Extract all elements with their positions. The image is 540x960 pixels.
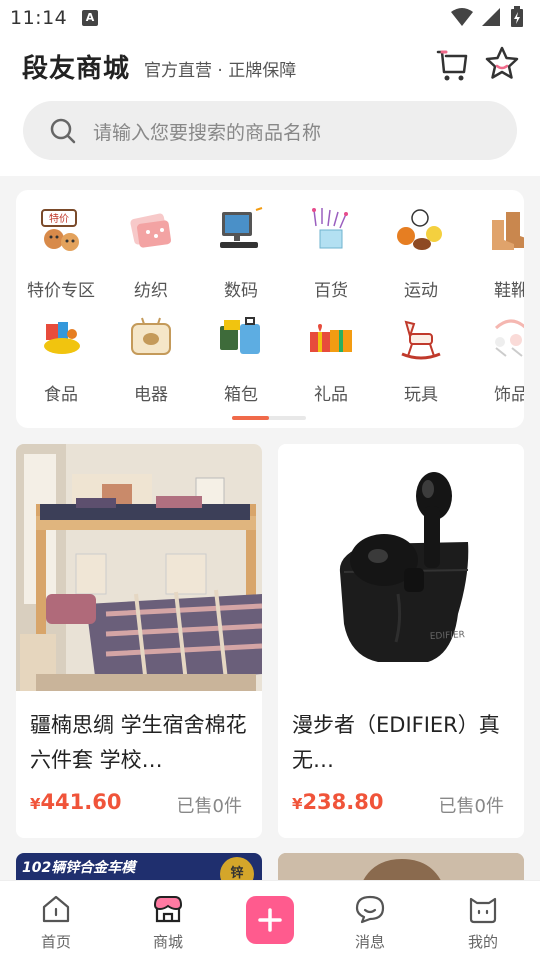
app-title: 段友商城 — [22, 54, 131, 84]
accessory-icon — [494, 319, 524, 357]
category-item-textile[interactable]: 纺织 — [106, 206, 196, 306]
search-icon — [50, 118, 76, 144]
product-image-bedding — [16, 444, 262, 691]
signal-icon — [482, 8, 500, 26]
appliance-icon — [131, 317, 171, 355]
category-label: 运动 — [404, 281, 438, 301]
nav-label: 首页 — [40, 933, 71, 951]
status-icons — [450, 6, 530, 28]
bargain-icon: 特价 — [41, 209, 79, 251]
category-item-appliance[interactable]: 电器 — [106, 314, 196, 414]
product-sold-count: 已售0件 — [438, 796, 504, 817]
plus-icon — [258, 908, 282, 932]
status-time: 11:14 — [10, 7, 68, 29]
star-icon — [485, 46, 519, 79]
category-item-digital[interactable]: 数码 — [196, 206, 286, 306]
message-icon — [355, 895, 385, 924]
category-item-luggage[interactable]: 箱包 — [196, 314, 286, 414]
computer-icon — [220, 207, 263, 248]
product-title: 疆楠思绸 学生宿舍棉花六件套 学校… — [30, 713, 247, 772]
cart-icon — [436, 50, 468, 81]
product-price: ¥441.60 — [30, 790, 121, 814]
general-goods-icon — [312, 208, 348, 249]
category-label: 数码 — [224, 281, 258, 301]
nav-home[interactable]: 首页 — [16, 881, 96, 960]
textile-icon — [130, 213, 171, 248]
category-card: 特价 特价专区 纺织 数码 百货 运动 鞋靴 食品 电器 箱包 礼品 玩具 饰品 — [16, 190, 524, 428]
sports-ball-icon — [397, 209, 442, 250]
home-icon — [42, 895, 70, 923]
status-bar: 11:14 A — [0, 0, 540, 36]
category-label: 特价专区 — [27, 281, 95, 301]
search-bar[interactable]: 请输入您要搜索的商品名称 — [23, 101, 517, 160]
category-item-toys[interactable]: 玩具 — [376, 314, 466, 414]
product-sold-count: 已售0件 — [176, 796, 242, 817]
nav-shop[interactable]: 商城 — [128, 881, 208, 960]
badge-text: 锌 — [230, 866, 244, 881]
app-subtitle: 官方直营 · 正牌保障 — [144, 61, 297, 81]
shop-icon — [153, 896, 183, 923]
category-item-sports[interactable]: 运动 — [376, 206, 466, 306]
battery-icon — [511, 6, 523, 27]
gift-icon — [310, 324, 352, 352]
product-image-earbuds: EDIFIER — [278, 444, 524, 691]
luggage-icon — [220, 317, 260, 354]
category-label: 鞋靴 — [494, 281, 524, 301]
rocking-horse-icon — [401, 320, 441, 360]
product-title: 漫步者（EDIFIER）真无… — [292, 713, 500, 772]
product-price: ¥238.80 — [292, 790, 383, 814]
category-item-general[interactable]: 百货 — [286, 206, 376, 306]
category-item-bargain[interactable]: 特价 特价专区 — [16, 206, 106, 306]
nav-messages[interactable]: 消息 — [330, 881, 410, 960]
bottom-nav: 首页 商城 消息 我的 — [0, 880, 540, 960]
category-label: 电器 — [134, 385, 168, 405]
category-item-shoes[interactable]: 鞋靴 — [466, 206, 524, 306]
price-value: 238.80 — [302, 790, 384, 814]
category-label: 礼品 — [314, 385, 348, 405]
cart-button[interactable] — [432, 44, 472, 84]
category-label: 纺织 — [134, 281, 168, 301]
nav-label: 我的 — [467, 933, 498, 951]
search-placeholder: 请输入您要搜索的商品名称 — [93, 122, 322, 144]
nav-label: 商城 — [152, 933, 183, 951]
category-item-accessory[interactable]: 饰品 — [466, 314, 524, 414]
category-label: 玩具 — [404, 385, 438, 405]
currency-symbol: ¥ — [292, 795, 303, 813]
carousel-indicator-active — [232, 416, 269, 420]
svg-text:EDIFIER: EDIFIER — [430, 630, 466, 642]
profile-icon — [469, 897, 497, 924]
category-label: 箱包 — [224, 385, 258, 405]
top-area: 11:14 A 段友商城 官方直营 · 正牌保障 请输入您要搜索的商品名称 — [0, 0, 540, 176]
nav-profile[interactable]: 我的 — [443, 881, 523, 960]
food-icon — [44, 322, 80, 354]
price-value: 441.60 — [40, 790, 122, 814]
boots-icon — [492, 212, 524, 250]
publish-button[interactable] — [246, 896, 294, 944]
currency-symbol: ¥ — [30, 795, 41, 813]
svg-text:特价: 特价 — [49, 213, 69, 225]
notification-icon: A — [82, 10, 98, 26]
carousel-indicator — [232, 416, 306, 420]
banner-text: 102辆锌合金车模 — [22, 860, 136, 876]
wifi-icon — [451, 8, 473, 26]
category-label: 食品 — [44, 385, 78, 405]
nav-label: 消息 — [354, 933, 385, 951]
header: 段友商城 官方直营 · 正牌保障 — [0, 40, 540, 90]
product-card[interactable]: EDIFIER 漫步者（EDIFIER）真无… ¥238.80 已售0件 — [278, 444, 524, 838]
category-item-food[interactable]: 食品 — [16, 314, 106, 414]
product-card[interactable]: 疆楠思绸 学生宿舍棉花六件套 学校… ¥441.60 已售0件 — [16, 444, 262, 838]
category-item-gift[interactable]: 礼品 — [286, 314, 376, 414]
category-label: 百货 — [314, 281, 348, 301]
favorites-button[interactable] — [482, 44, 522, 84]
category-label: 饰品 — [494, 385, 524, 405]
